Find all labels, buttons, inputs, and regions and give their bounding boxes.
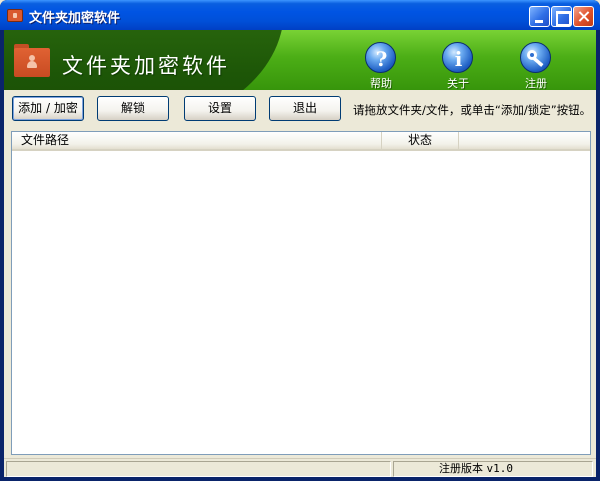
header-banner: 文件夹加密软件 ? 帮助 i 关于 注册 [4,30,596,90]
svg-text:i: i [455,47,463,71]
folder-logo-icon [14,44,50,77]
window-title: 文件夹加密软件 [29,11,121,26]
help-button[interactable]: ? 帮助 [359,42,403,90]
column-header-path[interactable]: 文件路径 [12,132,382,150]
file-list[interactable]: 文件路径 状态 [11,131,591,455]
status-panel-version: 注册版本 v1.0 [393,461,593,477]
app-window: 文件夹加密软件 文件夹加密软件 ? 帮助 i 关于 注册 添加 / 加密 解锁 … [0,0,600,481]
add-encrypt-button[interactable]: 添加 / 加密 [12,96,84,121]
toolbar: 添加 / 加密 解锁 设置 退出 请拖放文件夹/文件，或单击“添加/锁定”按钮。 [4,90,596,128]
help-label: 帮助 [370,77,392,90]
maximize-button[interactable] [551,6,572,27]
about-label: 关于 [447,77,469,90]
key-icon [520,42,551,73]
register-button[interactable]: 注册 [514,42,558,90]
about-button[interactable]: i 关于 [436,42,480,90]
help-icon: ? [365,42,396,73]
list-body[interactable] [12,151,590,454]
register-label: 注册 [525,77,547,90]
list-header: 文件路径 状态 [12,132,590,151]
banner-title: 文件夹加密软件 [62,54,230,78]
title-bar[interactable]: 文件夹加密软件 [0,0,600,30]
svg-text:?: ? [376,47,388,71]
unlock-button[interactable]: 解锁 [97,96,169,121]
version-prefix: 注册版本 [439,462,483,475]
close-button[interactable] [573,6,594,27]
settings-button[interactable]: 设置 [184,96,256,121]
info-icon: i [442,42,473,73]
version-number: v1.0 [486,462,514,475]
exit-button[interactable]: 退出 [269,96,341,121]
status-bar: 注册版本 v1.0 [4,458,596,477]
drop-hint-text: 请拖放文件夹/文件，或单击“添加/锁定”按钮。 [353,103,592,117]
column-header-status[interactable]: 状态 [382,132,459,150]
status-panel-left [6,461,391,477]
user-icon [27,55,37,68]
app-folder-icon [7,9,23,22]
client-area: 文件夹加密软件 ? 帮助 i 关于 注册 添加 / 加密 解锁 设置 退出 请拖… [4,30,596,477]
minimize-button[interactable] [529,6,550,27]
